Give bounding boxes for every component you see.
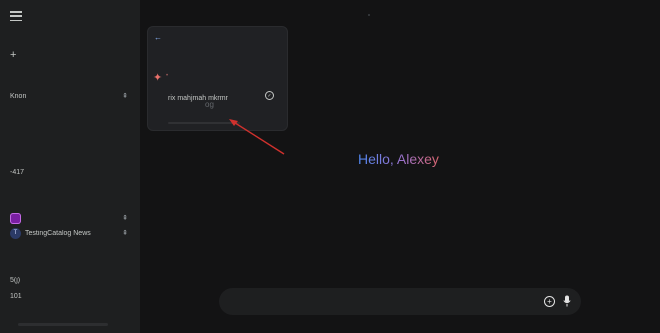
greeting: Hello, Alexey — [358, 151, 439, 167]
recent-item-label: Knon — [10, 92, 27, 100]
new-chat-button[interactable]: + — [10, 48, 20, 62]
panel-subtitle: • — [166, 73, 169, 79]
panel-item-label[interactable]: rix mahjmah mkrmr — [168, 95, 228, 102]
recent-item[interactable] — [10, 104, 128, 116]
pin-icon: ⇞ — [122, 215, 128, 222]
sidebar-row[interactable] — [10, 244, 128, 256]
pin-icon: ⇞ — [122, 230, 128, 237]
gem-icon — [10, 212, 21, 224]
panel-overlay-label: og — [205, 100, 214, 109]
recent-item[interactable]: -417 — [10, 166, 128, 178]
avatar: T — [10, 227, 21, 239]
pin-icon: ⇞ — [122, 93, 128, 100]
gem-panel: ← ✦ • rix mahjmah mkrmr og ✓ — [147, 26, 288, 131]
footer-item-label: 5(j) — [10, 276, 21, 284]
footer-item[interactable]: 5(j) — [10, 274, 128, 286]
footer-item-label: 101 — [10, 292, 22, 300]
prompt-input[interactable]: + — [219, 288, 581, 315]
sidebar-row-label — [10, 247, 128, 254]
check-circle-icon[interactable]: ✓ — [265, 91, 274, 100]
divider — [18, 323, 108, 326]
hamburger-menu-icon[interactable] — [10, 10, 22, 22]
arrow-left-icon[interactable]: ← — [154, 33, 162, 42]
gem-item[interactable]: T TestingCatalog News ⇞ — [10, 227, 128, 239]
footer-item[interactable]: 101 — [10, 290, 128, 302]
add-circle-icon[interactable]: + — [544, 296, 555, 307]
microphone-icon[interactable] — [563, 295, 571, 307]
recent-item[interactable]: Knon ⇞ — [10, 90, 128, 102]
recent-item-label: -417 — [10, 168, 25, 176]
sidebar: + Knon ⇞ -417 ⇞ T TestingCatalog News ⇞ … — [0, 0, 140, 333]
recent-item[interactable] — [10, 120, 128, 132]
divider — [368, 14, 370, 16]
divider — [168, 122, 240, 124]
gem-item[interactable]: ⇞ — [10, 212, 128, 224]
sparkle-icon: ✦ — [153, 72, 163, 84]
gem-item-label: TestingCatalog News — [25, 229, 91, 237]
plus-icon: + — [10, 49, 17, 61]
